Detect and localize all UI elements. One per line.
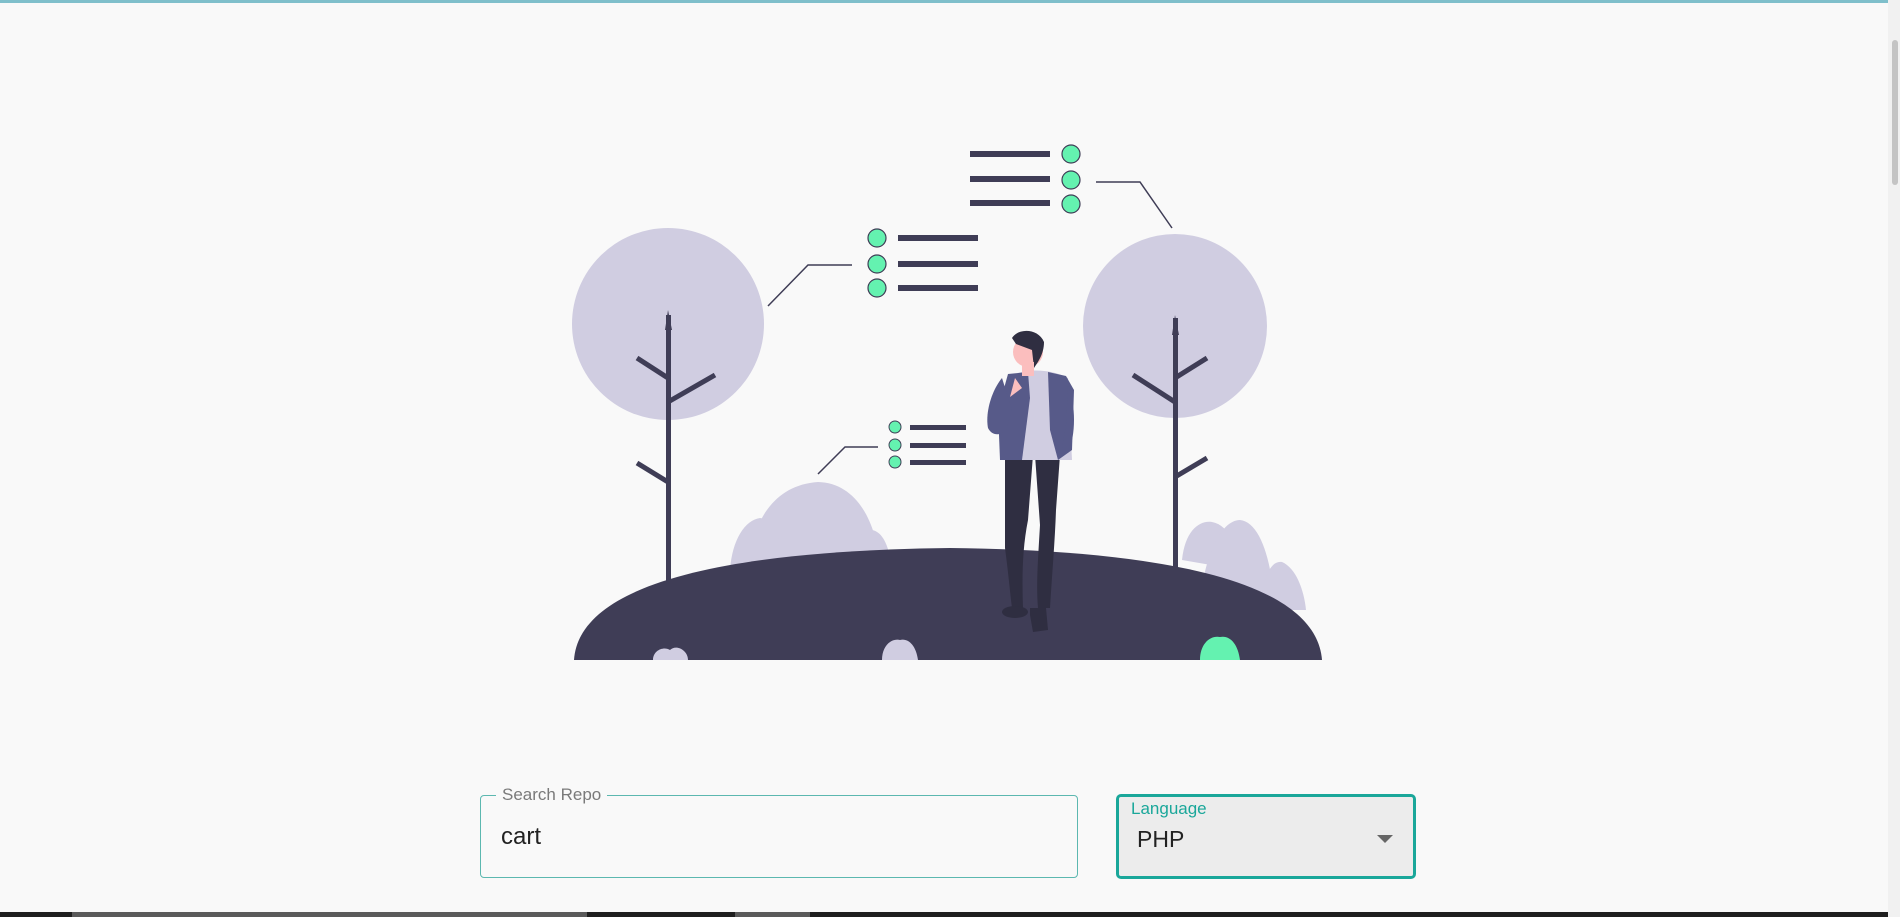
search-repo-input[interactable]: [501, 820, 1041, 854]
top-accent-line: [0, 0, 1900, 3]
bottom-taskbar-strip: [0, 912, 1888, 917]
bottom-strip-segment: [72, 912, 587, 917]
caret-down-icon[interactable]: [1377, 835, 1393, 843]
person-with-lists-illustration: [572, 144, 1322, 660]
scrollbar-thumb[interactable]: [1892, 40, 1898, 185]
search-repo-field[interactable]: Search Repo: [480, 785, 1078, 878]
language-selected-value: PHP: [1137, 826, 1185, 852]
vertical-scrollbar[interactable]: [1888, 0, 1900, 917]
bottom-strip-segment: [735, 912, 810, 917]
language-select[interactable]: Language PHP: [1116, 794, 1416, 879]
search-repo-label: Search Repo: [496, 785, 608, 805]
language-label: Language: [1131, 799, 1207, 818]
